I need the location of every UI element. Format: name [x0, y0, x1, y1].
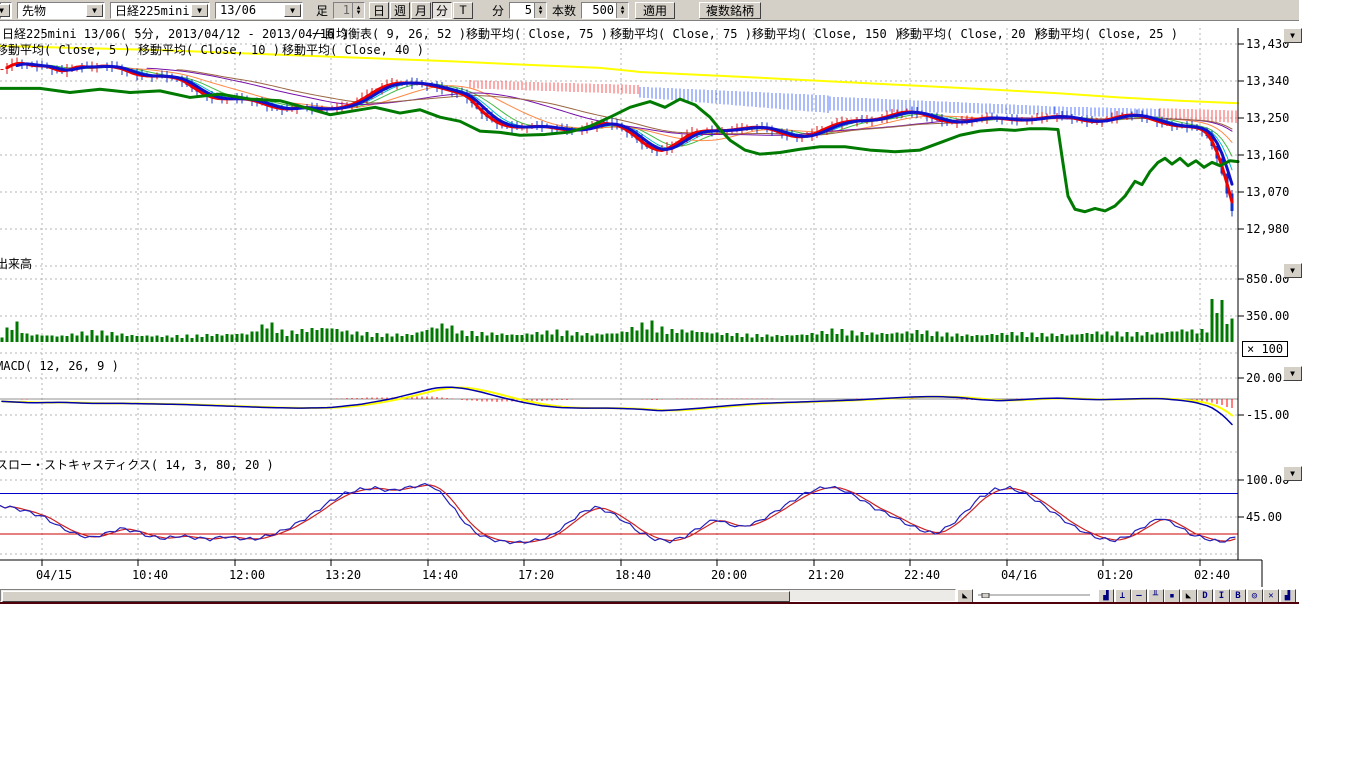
chevron-down-icon[interactable]: ▼ — [0, 4, 10, 17]
chevron-down-icon[interactable]: ▼ — [191, 4, 208, 17]
pan-handle-button[interactable]: ◣ — [957, 589, 973, 603]
scrollbar-thumb[interactable] — [2, 591, 790, 602]
legend-item: 一目均衡表( 9, 26, 52 ) — [312, 28, 466, 41]
y-tick-label: 350.00 — [1246, 309, 1289, 323]
chart-canvas[interactable] — [0, 0, 1366, 768]
multi-symbol-button[interactable]: 複数銘柄 — [699, 2, 761, 19]
period-button-月[interactable]: 月 — [411, 2, 431, 19]
contract-combobox-value: 13/06 — [220, 3, 256, 17]
bar-chart-button[interactable]: ╨ — [1148, 589, 1164, 603]
candle-chart-button[interactable]: ▟ — [1098, 589, 1114, 603]
apply-button[interactable]: 適用 — [635, 2, 675, 19]
bar-count-spinner[interactable]: 500 ▲▼ — [581, 2, 629, 19]
minute-spinner[interactable]: 5 ▲▼ — [509, 2, 547, 19]
pane-collapse-arrow-button[interactable]: ▼ — [1283, 28, 1302, 43]
x-tick-label: 14:40 — [422, 568, 458, 582]
horizontal-line-button[interactable]: — — [1131, 589, 1147, 603]
legend-item: 移動平均( Close, 5 ) — [0, 44, 131, 57]
spinner-arrows-icon: ▲▼ — [352, 3, 364, 18]
minute-label: 分 — [489, 2, 507, 19]
x-tick-label: 17:20 — [518, 568, 554, 582]
x-tick-label: 21:20 — [808, 568, 844, 582]
minute-value: 5 — [510, 3, 534, 17]
crosshair-button[interactable]: ⊥ — [1115, 589, 1131, 603]
y-tick-label: 20.00 — [1246, 371, 1282, 385]
period-button-日[interactable]: 日 — [369, 2, 389, 19]
pane-collapse-arrow-button[interactable]: ▼ — [1283, 466, 1302, 481]
legend-item: 移動平均( Close, 150 ) — [752, 28, 901, 41]
x-tick-label: 20:00 — [711, 568, 747, 582]
period-button-週[interactable]: 週 — [390, 2, 410, 19]
volume-pane-label: 出来高 — [0, 258, 32, 271]
y-tick-label: 45.00 — [1246, 510, 1282, 524]
legend-item: 日経225mini 13/06( 5分, 2013/04/12 - 2013/0… — [2, 28, 349, 41]
edge-combobox[interactable]: ▼ — [0, 2, 12, 19]
y-tick-label: 12,980 — [1246, 222, 1289, 236]
y-tick-label: 13,340 — [1246, 74, 1289, 88]
bar-count-value: 500 — [582, 3, 616, 17]
x-tick-label: 13:20 — [325, 568, 361, 582]
volume-multiplier-badge: × 100 — [1242, 341, 1288, 357]
globe-button[interactable]: ◎ — [1247, 589, 1263, 603]
period-button-分[interactable]: 分 — [432, 2, 452, 19]
window-bottom-border — [0, 602, 1299, 604]
x-tick-label: 04/16 — [1001, 568, 1037, 582]
y-tick-label: 13,160 — [1246, 148, 1289, 162]
market-combobox[interactable]: 先物 ▼ — [17, 2, 105, 19]
toolbar: ▼ 先物 ▼ 日経225mini ▼ 13/06 ▼ 足 1 ▲▼ 日週月分T … — [0, 0, 1299, 21]
chart-style-button[interactable]: ▟ — [1280, 589, 1296, 603]
y-tick-label: -15.00 — [1246, 408, 1289, 422]
bar-type-label: 足 — [313, 2, 331, 19]
legend-item: 移動平均( Close, 75 ) — [466, 28, 608, 41]
legend-item: 移動平均( Close, 25 ) — [1036, 28, 1178, 41]
horizontal-scrollbar[interactable] — [0, 589, 956, 602]
chevron-down-icon[interactable]: ▼ — [284, 4, 301, 17]
legend-item: 移動平均( Close, 20 ) — [898, 28, 1040, 41]
period-button-group: 日週月分T — [369, 2, 473, 19]
x-tick-label: 01:20 — [1097, 568, 1133, 582]
spinner-arrows-icon[interactable]: ▲▼ — [534, 3, 546, 18]
y-tick-label: 13,070 — [1246, 185, 1289, 199]
pane-collapse-arrow-button[interactable]: ▼ — [1283, 366, 1302, 381]
y-tick-label: 13,250 — [1246, 111, 1289, 125]
tick-interval-value: 1 — [334, 3, 352, 17]
legend-item: 移動平均( Close, 10 ) — [138, 44, 280, 57]
draw-i-button[interactable]: I — [1214, 589, 1230, 603]
x-tick-label: 12:00 — [229, 568, 265, 582]
period-button-T[interactable]: T — [453, 2, 473, 19]
macd-pane-label: MACD( 12, 26, 9 ) — [0, 360, 119, 373]
symbol-combobox-value: 日経225mini — [115, 2, 190, 19]
zoom-slider[interactable] — [978, 593, 1090, 598]
legend-item: 移動平均( Close, 40 ) — [282, 44, 424, 57]
draw-b-button[interactable]: B — [1230, 589, 1246, 603]
legend-item: 移動平均( Close, 75 ) — [610, 28, 752, 41]
close-x-button[interactable]: ✕ — [1263, 589, 1279, 603]
pane-collapse-arrow-button[interactable]: ▼ — [1283, 263, 1302, 278]
x-tick-label: 22:40 — [904, 568, 940, 582]
x-tick-label: 04/15 — [36, 568, 72, 582]
spinner-arrows-icon[interactable]: ▲▼ — [616, 3, 628, 18]
tick-interval-spinner: 1 ▲▼ — [333, 2, 365, 19]
draw-d-button[interactable]: D — [1197, 589, 1213, 603]
x-tick-label: 02:40 — [1194, 568, 1230, 582]
contract-combobox[interactable]: 13/06 ▼ — [215, 2, 303, 19]
stoch-pane-label: スロー・ストキャスティクス( 14, 3, 80, 20 ) — [0, 459, 274, 472]
bar-count-label: 本数 — [549, 2, 579, 19]
dot-mark-button[interactable]: ▪ — [1164, 589, 1180, 603]
x-tick-label: 18:40 — [615, 568, 651, 582]
symbol-combobox[interactable]: 日経225mini ▼ — [110, 2, 210, 19]
x-tick-label: 10:40 — [132, 568, 168, 582]
trend-line-button[interactable]: ◣ — [1181, 589, 1197, 603]
chart-application-window: ▼ 先物 ▼ 日経225mini ▼ 13/06 ▼ 足 1 ▲▼ 日週月分T … — [0, 0, 1366, 768]
market-combobox-value: 先物 — [22, 2, 46, 19]
chevron-down-icon[interactable]: ▼ — [86, 4, 103, 17]
